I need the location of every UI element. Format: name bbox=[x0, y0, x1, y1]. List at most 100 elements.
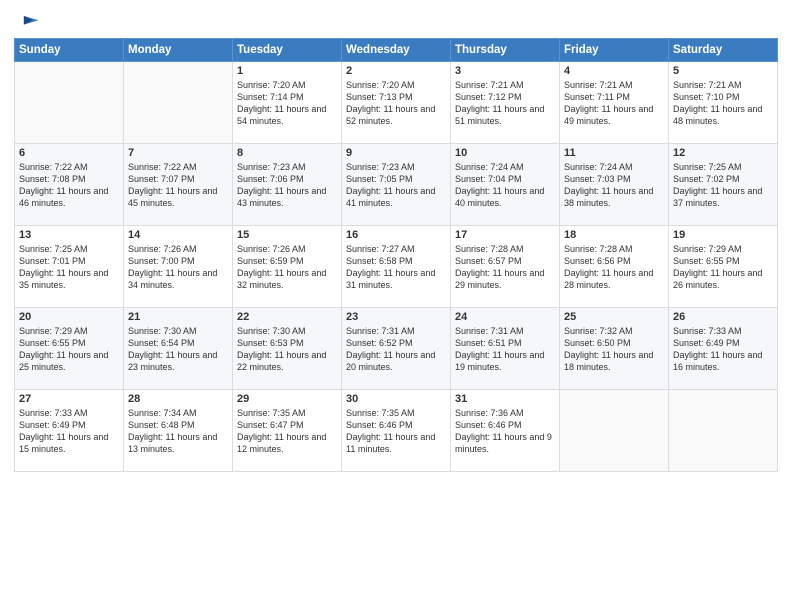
cell-details: Sunrise: 7:24 AM Sunset: 7:03 PM Dayligh… bbox=[564, 161, 664, 210]
cell-details: Sunrise: 7:22 AM Sunset: 7:08 PM Dayligh… bbox=[19, 161, 119, 210]
day-number: 31 bbox=[455, 393, 555, 405]
cell-details: Sunrise: 7:28 AM Sunset: 6:57 PM Dayligh… bbox=[455, 243, 555, 292]
day-number: 12 bbox=[673, 147, 773, 159]
cell-details: Sunrise: 7:31 AM Sunset: 6:52 PM Dayligh… bbox=[346, 325, 446, 374]
cell-details: Sunrise: 7:35 AM Sunset: 6:46 PM Dayligh… bbox=[346, 407, 446, 456]
calendar-cell: 23Sunrise: 7:31 AM Sunset: 6:52 PM Dayli… bbox=[342, 308, 451, 390]
cell-details: Sunrise: 7:26 AM Sunset: 7:00 PM Dayligh… bbox=[128, 243, 228, 292]
calendar-week-row: 6 Sunrise: 7:22 AM Sunset: 7:08 PM Daylig… bbox=[15, 144, 778, 226]
calendar-cell: 15 Sunrise: 7:26 AM Sunset: 6:59 PM Dayli… bbox=[233, 226, 342, 308]
day-number: 16 bbox=[346, 229, 446, 241]
calendar-week-row: 27 Sunrise: 7:33 AM Sunset: 6:49 PM Dayli… bbox=[15, 390, 778, 472]
cell-details: Sunrise: 7:33 AM Sunset: 6:49 PM Dayligh… bbox=[673, 325, 773, 374]
day-number: 28 bbox=[128, 393, 228, 405]
day-number: 19 bbox=[673, 229, 773, 241]
cell-details: Sunrise: 7:21 AM Sunset: 7:10 PM Dayligh… bbox=[673, 79, 773, 128]
cell-details: Sunrise: 7:20 AM Sunset: 7:13 PM Dayligh… bbox=[346, 79, 446, 128]
logo bbox=[14, 10, 40, 32]
cell-details: Sunrise: 7:24 AM Sunset: 7:04 PM Dayligh… bbox=[455, 161, 555, 210]
cell-details: Sunrise: 7:25 AM Sunset: 7:02 PM Dayligh… bbox=[673, 161, 773, 210]
calendar-cell: 30 Sunrise: 7:35 AM Sunset: 6:46 PM Dayli… bbox=[342, 390, 451, 472]
day-number: 1 bbox=[237, 65, 337, 77]
cell-details: Sunrise: 7:27 AM Sunset: 6:58 PM Dayligh… bbox=[346, 243, 446, 292]
calendar-cell: 2 Sunrise: 7:20 AM Sunset: 7:13 PM Daylig… bbox=[342, 62, 451, 144]
calendar-cell: 16 Sunrise: 7:27 AM Sunset: 6:58 PM Dayli… bbox=[342, 226, 451, 308]
calendar-cell: 26 Sunrise: 7:33 AM Sunset: 6:49 PM Dayli… bbox=[669, 308, 778, 390]
calendar-week-row: 13 Sunrise: 7:25 AM Sunset: 7:01 PM Dayli… bbox=[15, 226, 778, 308]
calendar-cell: 8 Sunrise: 7:23 AM Sunset: 7:06 PM Daylig… bbox=[233, 144, 342, 226]
calendar-cell: 5 Sunrise: 7:21 AM Sunset: 7:10 PM Daylig… bbox=[669, 62, 778, 144]
day-number: 3 bbox=[455, 65, 555, 77]
day-number: 6 bbox=[19, 147, 119, 159]
cell-details: Sunrise: 7:32 AM Sunset: 6:50 PM Dayligh… bbox=[564, 325, 664, 374]
day-number: 21 bbox=[128, 311, 228, 323]
calendar-cell: 31 Sunrise: 7:36 AM Sunset: 6:46 PM Dayli… bbox=[451, 390, 560, 472]
cell-details: Sunrise: 7:21 AM Sunset: 7:12 PM Dayligh… bbox=[455, 79, 555, 128]
cell-details: Sunrise: 7:29 AM Sunset: 6:55 PM Dayligh… bbox=[673, 243, 773, 292]
calendar-cell: 18 Sunrise: 7:28 AM Sunset: 6:56 PM Dayli… bbox=[560, 226, 669, 308]
day-number: 17 bbox=[455, 229, 555, 241]
cell-details: Sunrise: 7:30 AM Sunset: 6:54 PM Dayligh… bbox=[128, 325, 228, 374]
cell-details: Sunrise: 7:21 AM Sunset: 7:11 PM Dayligh… bbox=[564, 79, 664, 128]
cell-details: Sunrise: 7:28 AM Sunset: 6:56 PM Dayligh… bbox=[564, 243, 664, 292]
day-number: 29 bbox=[237, 393, 337, 405]
day-number: 25 bbox=[564, 311, 664, 323]
calendar-cell bbox=[669, 390, 778, 472]
weekday-header-row: SundayMondayTuesdayWednesdayThursdayFrid… bbox=[15, 39, 778, 62]
cell-details: Sunrise: 7:20 AM Sunset: 7:14 PM Dayligh… bbox=[237, 79, 337, 128]
weekday-header-tuesday: Tuesday bbox=[233, 39, 342, 62]
calendar-cell: 4 Sunrise: 7:21 AM Sunset: 7:11 PM Daylig… bbox=[560, 62, 669, 144]
cell-details: Sunrise: 7:33 AM Sunset: 6:49 PM Dayligh… bbox=[19, 407, 119, 456]
cell-details: Sunrise: 7:23 AM Sunset: 7:06 PM Dayligh… bbox=[237, 161, 337, 210]
day-number: 4 bbox=[564, 65, 664, 77]
calendar-cell: 24 Sunrise: 7:31 AM Sunset: 6:51 PM Dayli… bbox=[451, 308, 560, 390]
day-number: 27 bbox=[19, 393, 119, 405]
cell-details: Sunrise: 7:25 AM Sunset: 7:01 PM Dayligh… bbox=[19, 243, 119, 292]
calendar-cell bbox=[560, 390, 669, 472]
calendar-cell: 7 Sunrise: 7:22 AM Sunset: 7:07 PM Daylig… bbox=[124, 144, 233, 226]
day-number: 15 bbox=[237, 229, 337, 241]
calendar-cell: 27 Sunrise: 7:33 AM Sunset: 6:49 PM Dayli… bbox=[15, 390, 124, 472]
day-number: 7 bbox=[128, 147, 228, 159]
cell-details: Sunrise: 7:26 AM Sunset: 6:59 PM Dayligh… bbox=[237, 243, 337, 292]
cell-details: Sunrise: 7:22 AM Sunset: 7:07 PM Dayligh… bbox=[128, 161, 228, 210]
day-number: 20 bbox=[19, 311, 119, 323]
calendar-cell: 28 Sunrise: 7:34 AM Sunset: 6:48 PM Dayli… bbox=[124, 390, 233, 472]
cell-details: Sunrise: 7:30 AM Sunset: 6:53 PM Dayligh… bbox=[237, 325, 337, 374]
calendar-cell bbox=[15, 62, 124, 144]
logo-icon bbox=[18, 10, 40, 32]
cell-details: Sunrise: 7:34 AM Sunset: 6:48 PM Dayligh… bbox=[128, 407, 228, 456]
cell-details: Sunrise: 7:29 AM Sunset: 6:55 PM Dayligh… bbox=[19, 325, 119, 374]
day-number: 13 bbox=[19, 229, 119, 241]
day-number: 26 bbox=[673, 311, 773, 323]
calendar-cell: 1 Sunrise: 7:20 AM Sunset: 7:14 PM Daylig… bbox=[233, 62, 342, 144]
calendar-cell: 14 Sunrise: 7:26 AM Sunset: 7:00 PM Dayli… bbox=[124, 226, 233, 308]
day-number: 24 bbox=[455, 311, 555, 323]
weekday-header-sunday: Sunday bbox=[15, 39, 124, 62]
cell-details: Sunrise: 7:23 AM Sunset: 7:05 PM Dayligh… bbox=[346, 161, 446, 210]
calendar-cell: 25 Sunrise: 7:32 AM Sunset: 6:50 PM Dayli… bbox=[560, 308, 669, 390]
weekday-header-friday: Friday bbox=[560, 39, 669, 62]
calendar-cell: 17 Sunrise: 7:28 AM Sunset: 6:57 PM Dayli… bbox=[451, 226, 560, 308]
day-number: 30 bbox=[346, 393, 446, 405]
calendar-cell: 13 Sunrise: 7:25 AM Sunset: 7:01 PM Dayli… bbox=[15, 226, 124, 308]
page: SundayMondayTuesdayWednesdayThursdayFrid… bbox=[0, 0, 792, 612]
day-number: 14 bbox=[128, 229, 228, 241]
header bbox=[14, 10, 778, 32]
day-number: 2 bbox=[346, 65, 446, 77]
calendar: SundayMondayTuesdayWednesdayThursdayFrid… bbox=[14, 38, 778, 472]
day-number: 9 bbox=[346, 147, 446, 159]
weekday-header-thursday: Thursday bbox=[451, 39, 560, 62]
cell-details: Sunrise: 7:31 AM Sunset: 6:51 PM Dayligh… bbox=[455, 325, 555, 374]
day-number: 8 bbox=[237, 147, 337, 159]
calendar-cell: 21 Sunrise: 7:30 AM Sunset: 6:54 PM Dayli… bbox=[124, 308, 233, 390]
calendar-cell: 6 Sunrise: 7:22 AM Sunset: 7:08 PM Daylig… bbox=[15, 144, 124, 226]
calendar-cell: 29Sunrise: 7:35 AM Sunset: 6:47 PM Dayli… bbox=[233, 390, 342, 472]
day-number: 10 bbox=[455, 147, 555, 159]
weekday-header-saturday: Saturday bbox=[669, 39, 778, 62]
day-number: 11 bbox=[564, 147, 664, 159]
calendar-cell: 22Sunrise: 7:30 AM Sunset: 6:53 PM Dayli… bbox=[233, 308, 342, 390]
day-number: 18 bbox=[564, 229, 664, 241]
cell-details: Sunrise: 7:36 AM Sunset: 6:46 PM Dayligh… bbox=[455, 407, 555, 456]
day-number: 5 bbox=[673, 65, 773, 77]
